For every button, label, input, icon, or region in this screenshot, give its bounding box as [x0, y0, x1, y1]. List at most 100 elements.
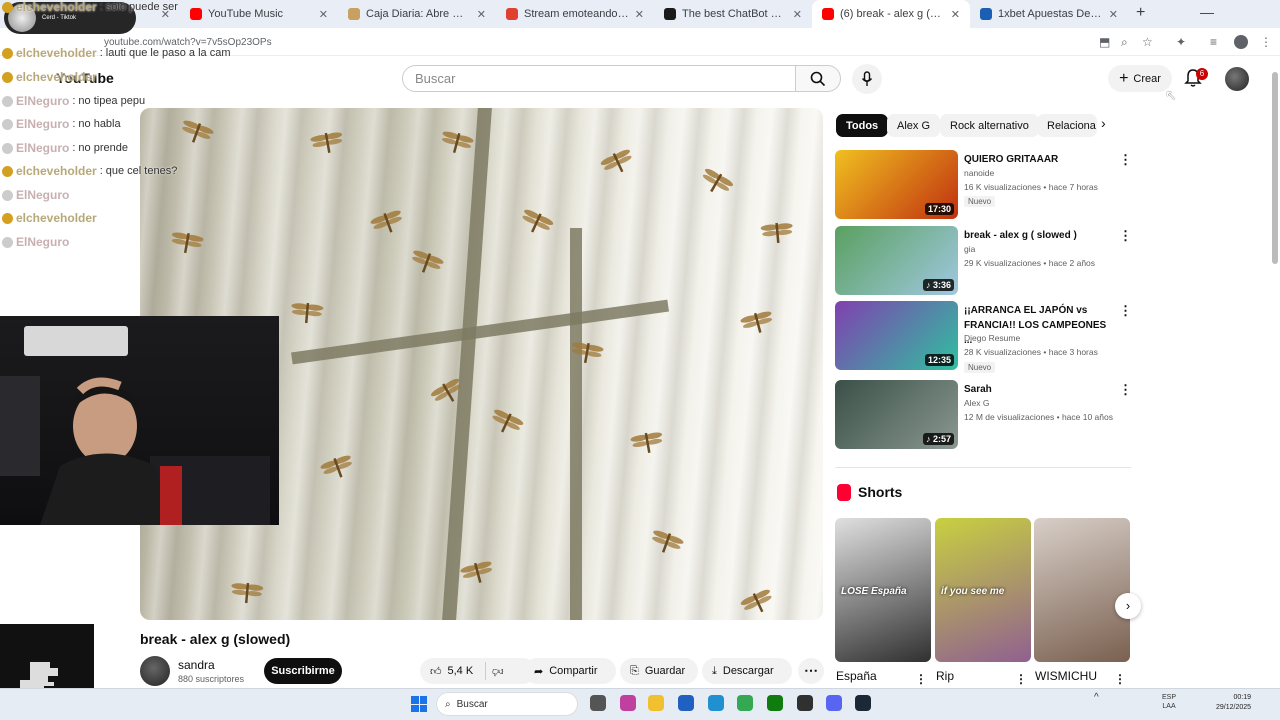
bookmark-star-icon[interactable]: ☆	[1142, 35, 1153, 49]
store-icon[interactable]	[678, 695, 694, 711]
zoom-icon[interactable]: ⌕	[1121, 35, 1128, 50]
share-button[interactable]: ➦ Compartir	[524, 658, 616, 684]
recommended-video[interactable]: ♪ 3:36 break - alex g ( slowed ) gia 29 K v…	[835, 226, 1135, 296]
recommended-video[interactable]: 17:30 QUIERO GRITAAAR nanoide 16 K visualiz…	[835, 150, 1135, 220]
tab-favicon-icon	[822, 8, 834, 20]
more-options-icon[interactable]: ⋮	[1015, 672, 1027, 686]
more-options-icon[interactable]: ⋮	[1114, 672, 1126, 686]
streamer-webcam	[0, 316, 279, 525]
short-title[interactable]: España	[836, 669, 877, 683]
video-thumbnail[interactable]: 12:35	[835, 301, 958, 370]
like-icon[interactable]: 👍︎	[430, 665, 442, 678]
more-options-icon[interactable]: ⋮	[1119, 382, 1132, 398]
video-thumbnail[interactable]: ♪ 3:36	[835, 226, 958, 295]
short-title[interactable]: Rip	[936, 669, 954, 683]
recommended-views: 29 K visualizaciones • hace 2 años	[964, 258, 1096, 268]
obs-icon[interactable]	[797, 695, 813, 711]
channel-avatar[interactable]	[140, 656, 170, 686]
search-button[interactable]	[795, 65, 841, 92]
scrollbar-thumb[interactable]	[1272, 72, 1278, 264]
short-title[interactable]: WISMICHU	[1035, 669, 1097, 683]
chat-message: ElNeguro: no tipea pepu	[2, 94, 145, 108]
short-thumbnail[interactable]: if you see me	[935, 518, 1031, 662]
account-avatar[interactable]	[1225, 67, 1249, 91]
subscribe-button[interactable]: Suscribirme	[264, 658, 342, 684]
more-actions-button[interactable]: ⋯	[798, 658, 824, 684]
browser-tab[interactable]: Caja Diaria: Abre Cajas CS2 [CS ✕	[338, 0, 496, 28]
chat-text: que cel tenes?	[105, 165, 178, 177]
tab-close-icon[interactable]: ✕	[951, 8, 960, 21]
video-thumbnail[interactable]: 17:30	[835, 150, 958, 219]
filter-chip[interactable]: Relaciona	[1037, 114, 1097, 137]
minimize-icon[interactable]: —	[1200, 4, 1214, 20]
tray-overflow-icon[interactable]: ^	[1094, 693, 1099, 703]
recommended-channel[interactable]: Alex G	[964, 398, 990, 408]
copilot-icon[interactable]	[620, 695, 636, 711]
save-button[interactable]: ⎘ Guardar	[620, 658, 698, 684]
windows-start-icon[interactable]	[411, 696, 427, 712]
filter-chip[interactable]: Alex G	[887, 114, 941, 137]
shorts-next-button[interactable]: ›	[1115, 593, 1141, 619]
recommended-channel[interactable]: gia	[964, 244, 975, 254]
media-control-icon[interactable]: ≡	[1210, 35, 1217, 49]
filter-chip[interactable]: Rock alternativo	[940, 114, 1039, 137]
tab-close-icon[interactable]: ✕	[793, 8, 802, 21]
tab-favicon-icon	[348, 8, 360, 20]
extensions-icon[interactable]: ✦	[1176, 35, 1186, 49]
notification-count-badge: 6	[1196, 68, 1208, 80]
tab-close-icon[interactable]: ✕	[319, 8, 328, 21]
edge-icon[interactable]	[708, 695, 724, 711]
short-thumbnail[interactable]: LOSE España	[835, 518, 931, 662]
chat-username: elcheveholder	[16, 164, 97, 178]
browser-profile-icon[interactable]	[1234, 35, 1248, 49]
xbox-icon[interactable]	[767, 695, 783, 711]
tab-close-icon[interactable]: ✕	[477, 8, 486, 21]
create-button[interactable]: + Crear	[1108, 65, 1172, 92]
recommended-video[interactable]: ♪ 2:57 Sarah Alex G 12 M de visualizaciones…	[835, 380, 1135, 450]
chevron-right-icon[interactable]: ›	[1101, 115, 1106, 131]
new-tab-button[interactable]: +	[1136, 4, 1145, 22]
search-input[interactable]: Buscar	[402, 65, 796, 92]
recommended-video[interactable]: 12:35 ¡¡ARRANCA EL JAPÓN vs FRANCIA!! LOS…	[835, 301, 1135, 373]
recommended-title[interactable]: break - alex g ( slowed )	[964, 228, 1114, 243]
recommended-title[interactable]: QUIERO GRITAAAR	[964, 152, 1114, 167]
chrome-icon[interactable]	[737, 695, 753, 711]
language-indicator[interactable]: ESP LAA	[1162, 693, 1176, 711]
taskbar-search[interactable]: ⌕ Buscar	[436, 692, 578, 716]
browser-tab[interactable]: (6) break - alex g (slowed) - Yo ✕	[812, 0, 970, 28]
filter-chip[interactable]: Todos	[836, 114, 889, 137]
download-button[interactable]: ⤓ Descargar	[702, 658, 792, 684]
dislike-icon[interactable]: 👍︎	[492, 665, 504, 678]
chat-separator: :	[72, 118, 76, 130]
discord-icon[interactable]	[826, 695, 842, 711]
browser-menu-icon[interactable]: ⋮	[1260, 35, 1272, 49]
more-options-icon[interactable]: ⋮	[1119, 152, 1132, 168]
short-thumbnail[interactable]	[1034, 518, 1130, 662]
browser-tab[interactable]: The best ChatBot and Widgets ✕	[654, 0, 812, 28]
steam-icon[interactable]	[855, 695, 871, 711]
subscriber-count: 880 suscriptores	[178, 674, 245, 684]
chat-badge-icon	[2, 189, 13, 201]
recommended-title[interactable]: Sarah	[964, 382, 1114, 397]
install-icon[interactable]: ⬒	[1099, 35, 1110, 49]
recommended-channel[interactable]: Diego Resume	[964, 333, 1020, 343]
task-view-icon[interactable]	[590, 695, 606, 711]
more-options-icon[interactable]: ⋮	[915, 672, 927, 686]
more-options-icon[interactable]: ⋮	[1119, 303, 1132, 319]
like-count[interactable]: 5,4 K	[448, 665, 474, 677]
tab-close-icon[interactable]: ✕	[635, 8, 644, 21]
tab-favicon-icon	[190, 8, 202, 20]
tab-close-icon[interactable]: ✕	[1109, 8, 1118, 21]
file-explorer-icon[interactable]	[648, 695, 664, 711]
browser-tab[interactable]: YouTube Music ✕	[180, 0, 338, 28]
video-thumbnail[interactable]: ♪ 2:57	[835, 380, 958, 449]
recommended-channel[interactable]: nanoide	[964, 168, 994, 178]
chat-username: ElNeguro	[16, 117, 70, 131]
more-options-icon[interactable]: ⋮	[1119, 228, 1132, 244]
channel-name[interactable]: sandra	[178, 658, 215, 672]
browser-tab[interactable]: 1xbet Apuestas Deportivas On ✕	[970, 0, 1128, 28]
tab-title: 1xbet Apuestas Deportivas On	[998, 8, 1103, 20]
browser-tab[interactable]: Stream emoteando all day by g ✕	[496, 0, 654, 28]
voice-search-button[interactable]	[852, 64, 882, 94]
taskbar-clock[interactable]: 00:19 29/12/2025	[1216, 693, 1251, 713]
